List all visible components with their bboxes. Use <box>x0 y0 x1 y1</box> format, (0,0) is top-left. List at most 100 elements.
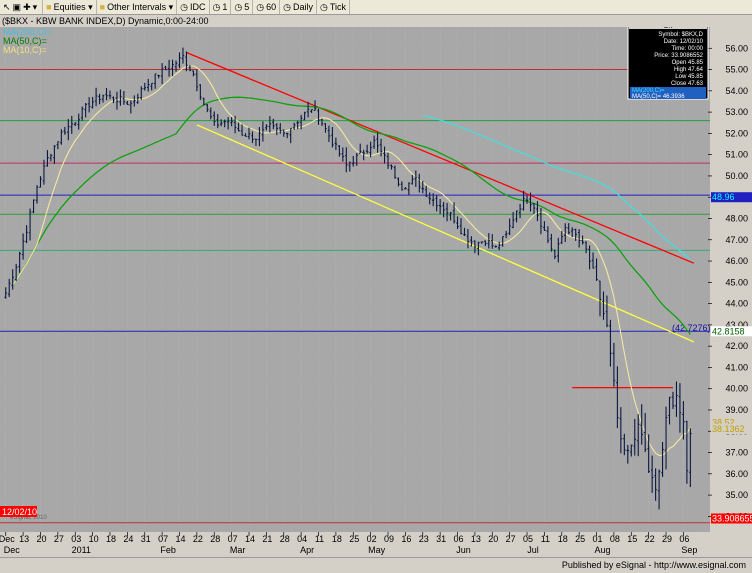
plot-area[interactable] <box>0 27 710 532</box>
level-annotation: (42.7276) <box>672 323 711 333</box>
x-tick-label: 28 <box>280 534 290 544</box>
toolbar-tick-label: Tick <box>329 2 347 12</box>
y-tick-label: 48.00 <box>725 213 748 223</box>
x-tick-label: 13 <box>19 534 29 544</box>
clock-icon: ◷ <box>283 1 291 12</box>
price-label: 33.9086552 <box>712 513 752 523</box>
data-ma50: MA(50,C)= 46.3936 <box>632 94 685 100</box>
x-tick-label: 10 <box>89 534 99 544</box>
x-tick-label: 27 <box>54 534 64 544</box>
toolbar: ↖ ▣ ✚ ▾ ■ Equities ▾ ■ Other Intervals ▾… <box>0 0 752 15</box>
x-month-label: Apr <box>300 545 314 555</box>
data-high: High 47.64 <box>674 67 704 73</box>
y-tick-label: 51.00 <box>725 150 748 160</box>
y-tick-label: 45.00 <box>725 277 748 287</box>
zoom-icon[interactable]: ▣ <box>13 2 22 13</box>
x-tick-label: 06 <box>679 534 689 544</box>
chevron-down-icon[interactable]: ▾ <box>33 2 38 13</box>
data-window-header: OK <box>664 27 673 30</box>
x-tick-label: 02 <box>367 534 377 544</box>
x-month-label: May <box>368 545 386 555</box>
x-tick-label: 23 <box>419 534 429 544</box>
toolbar-5min-label: 5 <box>244 2 250 12</box>
toolbar-60min[interactable]: ◷ 60 <box>253 0 281 14</box>
data-open: Open 45.85 <box>672 60 704 66</box>
y-tick-label: 44.00 <box>725 299 748 309</box>
pointer-icon[interactable]: ↖ <box>3 2 11 13</box>
x-tick-label: 29 <box>662 534 672 544</box>
y-tick-label: 41.00 <box>725 362 748 372</box>
toolbar-1min[interactable]: ◷ 1 <box>210 0 232 14</box>
x-tick-label: 04 <box>297 534 307 544</box>
folder-icon: ■ <box>99 2 106 12</box>
y-tick-label: 56.00 <box>725 43 748 53</box>
x-month-label: Jul <box>527 545 539 555</box>
y-tick-label: 42.00 <box>725 341 748 351</box>
x-tick-label: 21 <box>262 534 272 544</box>
footer-credit: Published by eSignal - http://www.esigna… <box>561 560 746 570</box>
toolbar-5min[interactable]: ◷ 5 <box>231 0 254 14</box>
x-tick-label: 03 <box>71 534 81 544</box>
x-tick-label: 14 <box>175 534 185 544</box>
x-month-label: Dec <box>4 545 21 555</box>
data-low: Low 45.85 <box>675 74 703 80</box>
data-symbol: Symbol: $BKX,D <box>658 32 703 38</box>
toolbar-tick[interactable]: ◷ Tick <box>317 0 351 14</box>
y-tick-label: 53.00 <box>725 107 748 117</box>
chevron-down-icon: ▾ <box>85 1 93 12</box>
x-tick-label: Dec <box>0 534 15 544</box>
crosshair-icon[interactable]: ✚ <box>23 2 31 13</box>
toolbar-other-intervals[interactable]: ■ Other Intervals ▾ <box>97 0 178 14</box>
x-tick-label: 14 <box>245 534 255 544</box>
toolbar-idc[interactable]: ◷ IDC <box>177 0 210 14</box>
y-tick-label: 46.00 <box>725 256 748 266</box>
x-tick-label: 16 <box>401 534 411 544</box>
price-chart[interactable]: (42.7276) 34.0035.0036.0037.0038.0039.00… <box>0 27 752 557</box>
x-tick-label: 15 <box>627 534 637 544</box>
y-tick-label: 47.00 <box>725 235 748 245</box>
footer: Published by eSignal - http://www.esigna… <box>0 557 752 573</box>
y-tick-label: 55.00 <box>725 65 748 75</box>
data-date: Date: 12/02/10 <box>664 39 704 45</box>
x-tick-label: 31 <box>141 534 151 544</box>
toolbar-daily-label: Daily <box>292 2 313 12</box>
y-tick-label: 39.00 <box>725 405 748 415</box>
x-tick-label: 18 <box>558 534 568 544</box>
data-window[interactable]: OK Symbol: $BKX,D Date: 12/02/10 Time: 0… <box>627 27 709 100</box>
x-tick-label: 11 <box>541 534 550 544</box>
y-tick-label: 37.00 <box>725 448 748 458</box>
cursor-date: 12/02/10 <box>2 507 37 517</box>
x-tick-label: 27 <box>506 534 516 544</box>
toolbar-equities-label: Equities <box>53 2 86 12</box>
legend-ma10: MA(10,C)= <box>3 45 47 55</box>
data-time: Time: 00:00 <box>672 46 704 52</box>
toolbar-1min-label: 1 <box>222 2 228 12</box>
y-tick-label: 35.00 <box>725 490 748 500</box>
y-tick-label: 52.00 <box>725 128 748 138</box>
x-tick-label: 07 <box>158 534 168 544</box>
clock-icon: ◷ <box>256 1 265 12</box>
x-month-label: Sep <box>681 545 697 555</box>
x-tick-label: 18 <box>332 534 342 544</box>
x-tick-label: 22 <box>645 534 655 544</box>
x-tick-label: 20 <box>36 534 46 544</box>
toolbar-daily[interactable]: ◷ Daily <box>280 0 317 14</box>
toolbar-other-intervals-label: Other Intervals <box>107 2 167 12</box>
x-month-label: Feb <box>160 545 176 555</box>
x-tick-label: 24 <box>123 534 133 544</box>
x-tick-label: 20 <box>488 534 498 544</box>
x-month-label: 2011 <box>72 545 91 555</box>
data-close: Close 47.63 <box>671 81 704 87</box>
clock-icon: ◷ <box>234 1 243 12</box>
x-month-label: Aug <box>595 545 611 555</box>
x-tick-label: 09 <box>384 534 394 544</box>
x-tick-label: 25 <box>575 534 585 544</box>
x-tick-label: 25 <box>349 534 359 544</box>
y-axis: 34.0035.0036.0037.0038.0039.0040.0041.00… <box>708 27 752 532</box>
folder-icon: ■ <box>46 2 52 12</box>
chart-title: ($BKX - KBW BANK INDEX,D) Dynamic,0:00-2… <box>0 15 752 27</box>
clock-icon: ◷ <box>320 1 328 12</box>
clock-icon: ◷ <box>212 1 221 12</box>
price-label: 42.8158 <box>712 326 745 336</box>
toolbar-equities[interactable]: ■ Equities ▾ <box>43 0 97 14</box>
